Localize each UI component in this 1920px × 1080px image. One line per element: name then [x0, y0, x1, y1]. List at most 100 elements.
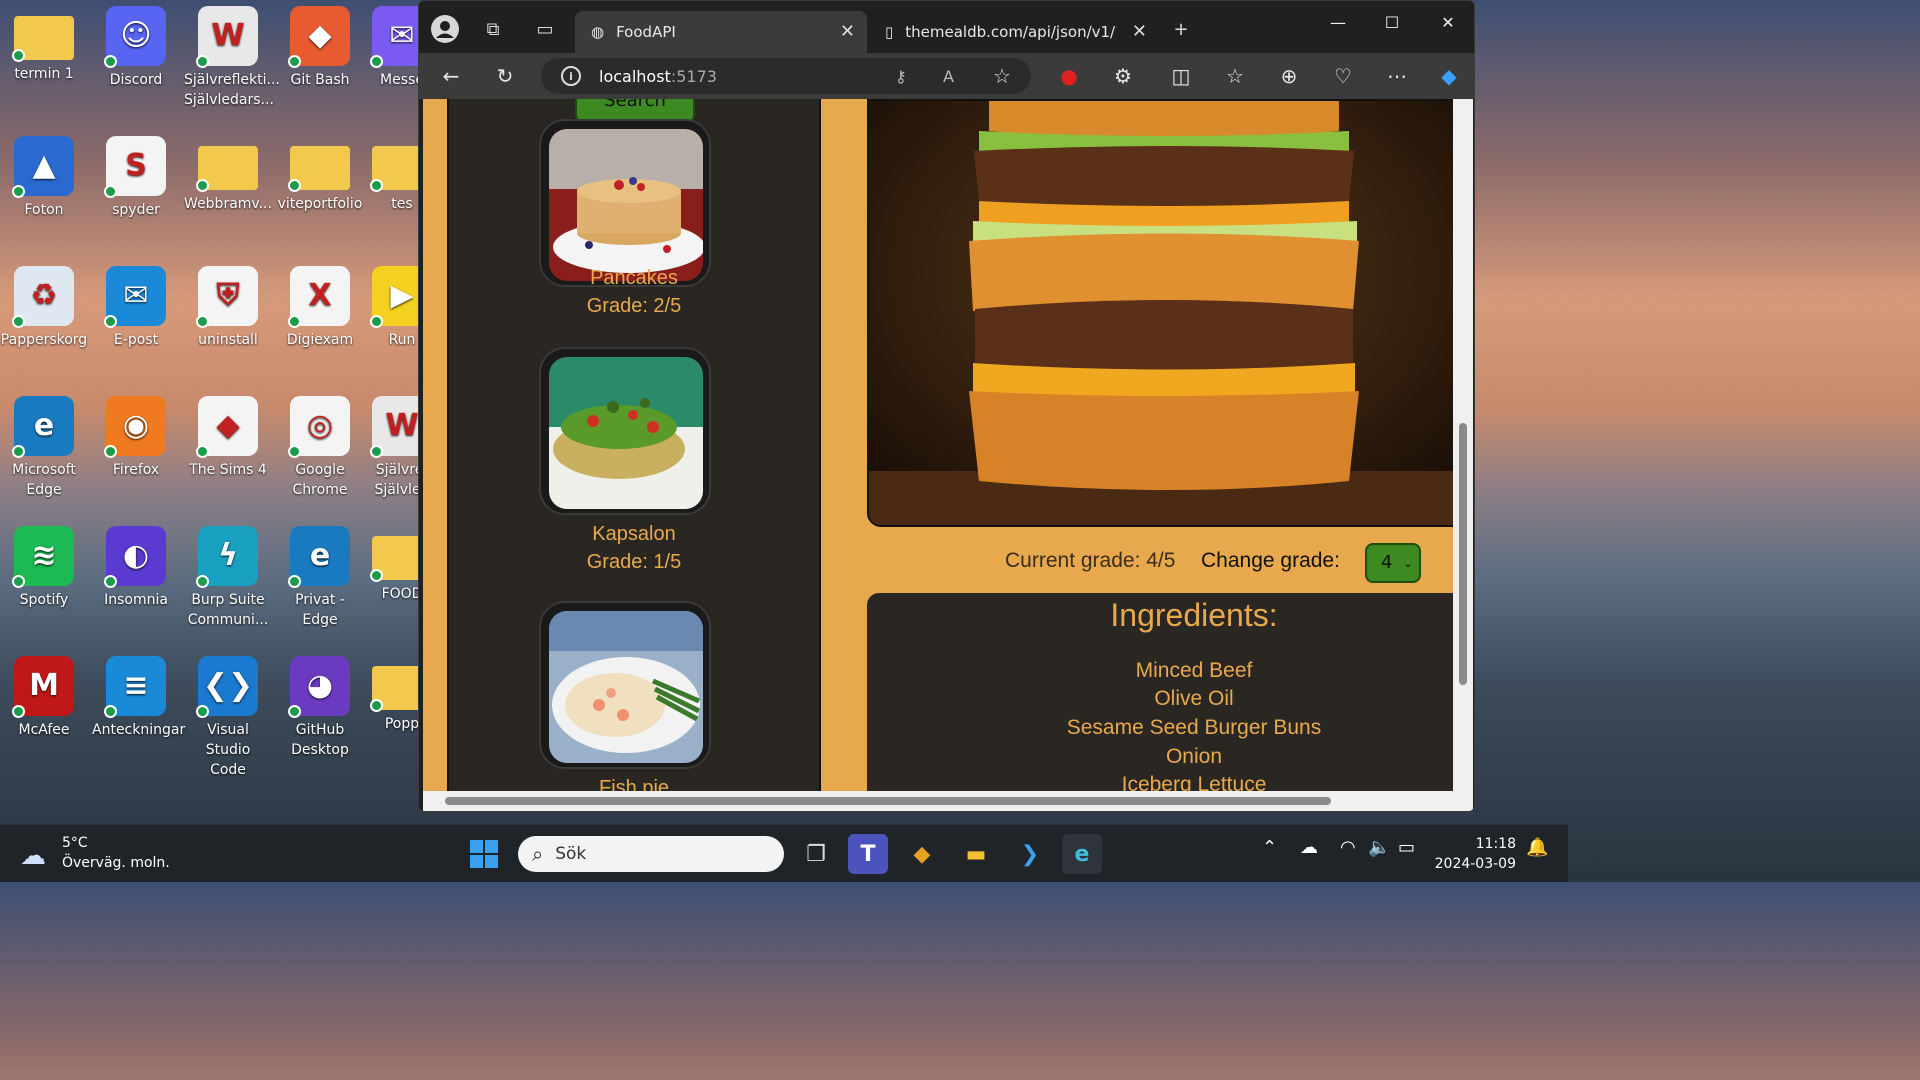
address-port: :5173: [670, 66, 717, 86]
desktop-icon[interactable]: ◉ Firefox: [92, 396, 180, 480]
workspaces-icon[interactable]: ⧉: [477, 13, 509, 45]
close-icon[interactable]: ✕: [840, 21, 855, 42]
desktop-icon[interactable]: M McAfee: [0, 656, 88, 740]
extensions-icon[interactable]: ⚙: [1107, 61, 1139, 91]
discord-icon: ☺: [104, 6, 166, 68]
git-icon[interactable]: ◆: [902, 834, 942, 874]
key-icon[interactable]: ⚷: [895, 67, 907, 86]
read-aloud-icon[interactable]: A: [943, 67, 954, 86]
volume-icon[interactable]: 🔈: [1368, 837, 1390, 858]
notification-bell-icon[interactable]: 🔔: [1526, 837, 1548, 858]
performance-icon[interactable]: ♡: [1327, 61, 1359, 91]
info-icon[interactable]: i: [561, 66, 581, 86]
desktop-icon[interactable]: ♻ Papperskorg: [0, 266, 88, 350]
scrollbar-thumb[interactable]: [1459, 423, 1467, 685]
sync-status-icon: [370, 569, 383, 582]
tab-themealdb[interactable]: ▯ themealdb.com/api/json/v1/1/se ✕: [869, 11, 1159, 53]
profile-icon[interactable]: [429, 13, 461, 45]
more-icon[interactable]: ⋯: [1381, 61, 1413, 91]
desktop-icon[interactable]: ≡ Anteckningar: [92, 656, 186, 740]
desktop-icon[interactable]: e Microsoft Edge: [0, 396, 88, 500]
desktop-icon[interactable]: ▲ Foton: [0, 136, 88, 220]
desktop-icon-label: Burp Suite Communi...: [187, 592, 269, 628]
desktop-icon[interactable]: ❮❯ Visual Studio Code: [184, 656, 272, 780]
desktop-icon[interactable]: Sspyder: [92, 136, 180, 220]
desktop-icon[interactable]: ϟ Burp Suite Communi...: [184, 526, 272, 630]
desktop-icon-label: Anteckningar: [92, 722, 186, 738]
page-vertical-scrollbar[interactable]: [1453, 99, 1473, 791]
copilot-icon[interactable]: ◆: [1433, 61, 1465, 91]
wifi-icon[interactable]: ◠: [1340, 837, 1356, 858]
address-bar[interactable]: i localhost:5173 ⚷ A ☆: [541, 58, 1031, 94]
meal-grade: Grade: 2/5: [586, 295, 682, 317]
task-view-icon[interactable]: ❐: [796, 834, 836, 874]
favorite-star-icon[interactable]: ☆: [993, 64, 1011, 88]
meal-card-kapsalon[interactable]: [539, 347, 711, 515]
onedrive-icon[interactable]: ☁: [1300, 837, 1318, 858]
page-horizontal-scrollbar[interactable]: [423, 791, 1473, 811]
nav-bar: ← ↻ i localhost:5173 ⚷ A ☆ ● ⚙ ◫ ☆ ⊕ ♡ ⋯…: [419, 53, 1474, 99]
desktop-icon[interactable]: ◕ GitHub Desktop: [276, 656, 364, 760]
refresh-icon[interactable]: ↻: [489, 61, 521, 91]
minimize-icon[interactable]: —: [1315, 7, 1361, 37]
ingredient-item: Sesame Seed Burger Buns: [1066, 716, 1322, 739]
teams-icon[interactable]: T: [848, 834, 888, 874]
sync-status-icon: [288, 445, 301, 458]
split-screen-icon[interactable]: ◫: [1165, 61, 1197, 91]
favorites-icon[interactable]: ☆: [1219, 61, 1251, 91]
battery-icon[interactable]: ▭: [1398, 837, 1415, 858]
sims-icon: ◆: [196, 396, 258, 458]
cloud-icon: ☁: [20, 841, 46, 871]
desktop-icon[interactable]: ≋ Spotify: [0, 526, 88, 610]
meal-card-fish-pie[interactable]: [539, 601, 711, 769]
collections-icon[interactable]: ⊕: [1273, 61, 1305, 91]
meal-name: Kapsalon: [592, 523, 676, 545]
vscode-icon: ❮❯: [196, 656, 258, 718]
adblock-icon[interactable]: ●: [1053, 61, 1085, 91]
sync-status-icon: [196, 55, 209, 68]
maximize-icon[interactable]: ☐: [1369, 7, 1415, 37]
sync-status-icon: [104, 705, 117, 718]
scrollbar-thumb[interactable]: [445, 797, 1331, 805]
meal-card-pancakes[interactable]: [539, 119, 711, 287]
github-icon: ◕: [288, 656, 350, 718]
vscode-taskbar-icon[interactable]: ❯: [1010, 834, 1050, 874]
taskbar-search[interactable]: ⌕ Sök: [518, 836, 784, 872]
ingredient-item: Olive Oil: [1154, 687, 1234, 710]
edge-taskbar-icon[interactable]: e: [1062, 834, 1102, 874]
window-close-icon[interactable]: ✕: [1425, 7, 1471, 37]
desktop-icon-label: Privat - Edge: [295, 592, 345, 628]
desktop-icon[interactable]: ◆ Git Bash: [276, 6, 364, 90]
desktop-icon-label: Visual Studio Code: [205, 722, 251, 778]
meal-list[interactable]: Search Pancakes Grade: 2/5 Kapsalon Grad…: [447, 99, 821, 791]
desktop-icon-label: Webbramv...: [184, 196, 272, 212]
desktop-icon[interactable]: ☺ Discord: [92, 6, 180, 90]
close-icon[interactable]: ✕: [1132, 21, 1147, 42]
back-icon[interactable]: ←: [435, 61, 467, 91]
file-explorer-icon[interactable]: ▬: [956, 834, 996, 874]
desktop-icon-label: Självreflekti... Självledars...: [184, 72, 280, 108]
desktop-icon[interactable]: ◆ The Sims 4: [184, 396, 272, 480]
clock[interactable]: 11:18 2024-03-09: [1432, 834, 1516, 874]
desktop-icon[interactable]: ◎ Google Chrome: [276, 396, 364, 500]
tab-foodapi[interactable]: ◍ FoodAPI ✕: [575, 11, 867, 53]
vertical-tabs-icon[interactable]: ▭: [529, 13, 561, 45]
desktop-icon[interactable]: ◐ Insomnia: [92, 526, 180, 610]
document-icon: ▯: [885, 23, 894, 41]
desktop-icon[interactable]: termin 1: [0, 6, 88, 84]
desktop-icon[interactable]: viteportfolio: [276, 136, 364, 214]
desktop-icon[interactable]: e Privat - Edge: [276, 526, 364, 630]
git-bash-icon: ◆: [288, 6, 350, 68]
grade-select[interactable]: 4 ⌄: [1365, 543, 1421, 583]
chevron-up-icon[interactable]: ⌃: [1262, 837, 1277, 858]
new-tab-icon[interactable]: +: [1165, 13, 1197, 45]
desktop-icon[interactable]: ⛨ uninstall: [184, 266, 272, 350]
current-grade: Current grade: 4/5: [1005, 549, 1176, 572]
start-icon[interactable]: [464, 834, 504, 874]
desktop-icon[interactable]: X Digiexam: [276, 266, 364, 350]
desktop-icon[interactable]: Webbramv...: [184, 136, 272, 214]
desktop-icon-label: Git Bash: [290, 72, 350, 88]
desktop-icon[interactable]: ✉ E-post: [92, 266, 180, 350]
sync-status-icon: [288, 179, 301, 192]
desktop-icon[interactable]: W Självreflekti... Självledars...: [184, 6, 280, 110]
